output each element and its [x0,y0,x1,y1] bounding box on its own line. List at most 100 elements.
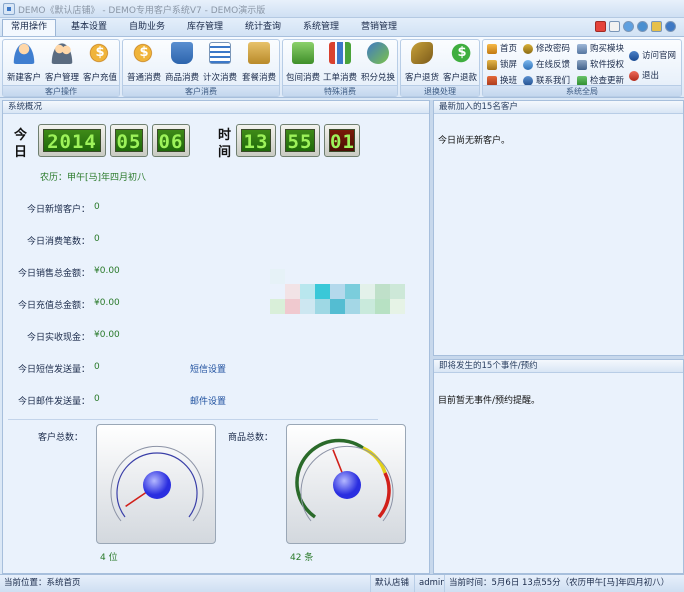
mosaic-tile [360,284,375,299]
tab-basic-settings[interactable]: 基本设置 [60,19,118,36]
title-bar: DEMO《默认店铺》 - DEMO专用客户系统V7 - DEMO演示版 [0,0,684,18]
alert-icon[interactable] [595,21,606,32]
blurred-watermark [270,269,420,317]
tab-system-management[interactable]: 系统管理 [292,19,350,36]
ribbon-group-returns: 客户退货 客户退款 退换处理 [400,39,480,97]
product-gauge-hub [333,471,361,499]
product-gauge-dial [295,438,394,522]
new-customer-button[interactable]: 新建客户 [5,42,43,86]
tab-statistics[interactable]: 统计查询 [234,19,292,36]
upcoming-events-panel: 即将发生的15个事件/预约 目前暂无事件/预约提醒。 [433,359,684,574]
document-icon[interactable] [609,21,620,32]
refund-icon [449,42,473,64]
customer-total-gauge [96,424,216,544]
customer-gauge-dial [110,445,204,522]
exit-button[interactable]: 退出 [629,69,659,83]
lock-screen-button[interactable]: 锁屏 [487,58,517,72]
ribbon-group-customer: 新建客户 客户管理 客户充值 客户操作 [2,39,120,97]
product-consumption-button[interactable]: 商品消费 [163,42,201,86]
menu-tab-bar: 常用操作 基本设置 自助业务 库存管理 统计查询 系统管理 营销管理 [0,18,684,36]
visit-website-button[interactable]: 访问官网 [629,49,676,63]
tools-icon[interactable] [651,21,662,32]
ribbon-group-label: 客户消费 [123,85,279,96]
package-consumption-button[interactable]: 套餐消费 [239,42,279,86]
year-display: 2014 [38,124,106,157]
home-icon [487,44,497,54]
status-store: 默认店铺 [370,575,414,592]
list-icon [209,42,231,64]
mosaic-tile [270,299,285,314]
customer-management-button[interactable]: 客户管理 [43,42,81,86]
sms-sent-value: 0 [94,362,100,372]
tab-common-operations[interactable]: 常用操作 [2,19,56,36]
phone-icon[interactable] [637,21,648,32]
mosaic-tile [330,299,345,314]
refresh-icon[interactable] [623,21,634,32]
customer-refund-button[interactable]: 客户退款 [441,42,479,86]
cash-received-label: 今日实收现金： [26,333,90,343]
ribbon-group-special: 包间消费 工单消费 积分兑换 特殊消费 [282,39,398,97]
ribbon-group-label: 客户操作 [3,85,119,96]
consumption-count-label: 今日消费笔数： [26,237,90,247]
cart-icon [171,42,193,64]
buy-module-button[interactable]: 购买模块 [577,42,624,56]
key-icon [523,44,533,54]
tab-self-service[interactable]: 自助业务 [118,19,176,36]
sms-settings-link[interactable]: 短信设置 [190,362,226,375]
online-feedback-button[interactable]: 在线反馈 [523,58,570,72]
mosaic-tile [300,299,315,314]
customer-recharge-button[interactable]: 客户充值 [81,42,119,86]
change-password-button[interactable]: 修改密码 [523,42,570,56]
work-order-button[interactable]: 工单消费 [321,42,359,86]
recent-customers-message: 今日尚无新客户。 [438,136,511,146]
overview-heading: 系统概况 [3,101,429,114]
recent-customers-heading: 最新加入的15名客户 [434,101,683,114]
email-sent-value: 0 [94,394,100,404]
new-customers-value: 0 [94,202,100,212]
status-location: 当前位置：系统首页 [4,578,81,588]
status-user: admin [414,575,446,592]
customer-total-value: 4 位 [100,553,118,563]
ribbon: 新建客户 客户管理 客户充值 客户操作 普通消费 商品消费 计次消费 套餐消费 … [0,36,684,98]
count-consumption-button[interactable]: 计次消费 [201,42,239,86]
recharge-total-label: 今日充值总金额： [17,301,90,311]
customer-gauge-hub [143,471,171,499]
normal-consumption-button[interactable]: 普通消费 [125,42,163,86]
home-button[interactable]: 首页 [487,42,517,56]
date-char-bottom: 日 [14,145,28,160]
new-customers-label: 今日新增客户： [26,205,90,215]
product-total-label: 商品总数： [228,433,274,443]
customer-return-button[interactable]: 客户退货 [403,42,441,86]
room-icon [292,42,314,64]
license-icon [577,60,587,70]
points-exchange-button[interactable]: 积分兑换 [359,42,397,86]
room-consumption-button[interactable]: 包间消费 [285,42,321,86]
status-time: 当前时间：5月6日 13点55分（农历甲午[马]年四月初八） [444,575,684,592]
mosaic-tile [345,299,360,314]
ribbon-group-system: 首页 修改密码 购买模块 锁屏 在线反馈 软件授权 换班 联系我们 检查更新 访… [482,39,682,97]
feedback-icon [523,60,533,70]
exit-icon [629,71,639,81]
mosaic-tile [375,284,390,299]
consumption-count-value: 0 [94,234,100,244]
work-order-icon [329,42,351,64]
tab-marketing[interactable]: 营销管理 [350,19,408,36]
second-display: 01 [324,124,360,157]
lunar-date: 农历：甲午[马]年四月初八 [40,173,147,183]
mosaic-tile [300,284,315,299]
help-icon[interactable] [665,21,676,32]
mosaic-tile [390,284,405,299]
app-icon [3,3,15,15]
sales-total-value: ¥0.00 [94,266,120,276]
software-license-button[interactable]: 软件授权 [577,58,624,72]
mosaic-tile [345,284,360,299]
ribbon-group-label: 退换处理 [401,85,479,96]
mosaic-tile [330,284,345,299]
sms-sent-label: 今日短信发送量： [17,365,90,375]
tab-inventory[interactable]: 库存管理 [176,19,234,36]
product-total-gauge [286,424,406,544]
email-settings-link[interactable]: 邮件设置 [190,394,226,407]
sales-total-label: 今日销售总金额： [17,269,90,279]
minute-display: 55 [280,124,320,157]
quick-icons [595,21,676,33]
